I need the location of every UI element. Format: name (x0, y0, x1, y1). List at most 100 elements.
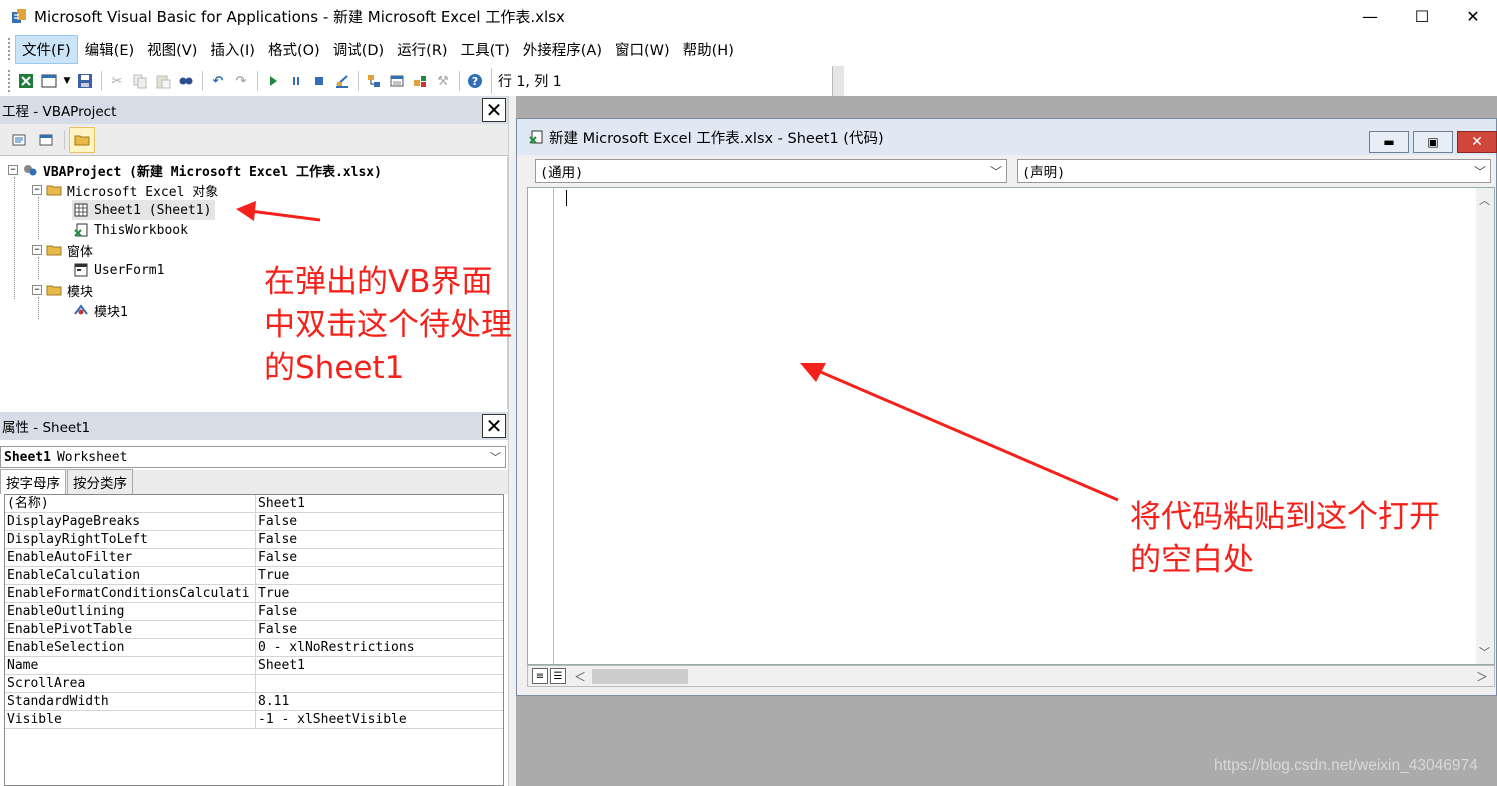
toolbar-options-handle[interactable] (832, 66, 844, 96)
menu-edit[interactable]: 编辑(E) (79, 36, 140, 63)
vertical-scrollbar[interactable]: ︿ ﹀ (1476, 188, 1494, 664)
tree-item-modules[interactable]: − 模块 (32, 280, 93, 300)
reset-icon[interactable] (308, 70, 330, 92)
full-module-view-icon[interactable]: ☰ (550, 668, 566, 684)
maximize-button[interactable]: ☐ (1397, 0, 1447, 32)
copy-icon[interactable] (129, 70, 151, 92)
toolbox-icon[interactable]: ⚒ (432, 70, 454, 92)
redo-icon[interactable]: ↷ (230, 70, 252, 92)
paste-icon[interactable] (152, 70, 174, 92)
collapse-toggle[interactable]: − (32, 185, 42, 195)
property-value[interactable]: -1 - xlSheetVisible (256, 711, 503, 728)
design-mode-icon[interactable] (331, 70, 353, 92)
tab-alphabetic[interactable]: 按字母序 (0, 469, 66, 494)
break-icon[interactable] (285, 70, 307, 92)
toolbar-grip[interactable] (8, 70, 11, 92)
property-row[interactable]: EnablePivotTable False (5, 621, 503, 639)
code-window-close-button[interactable]: ✕ (1457, 131, 1497, 153)
insert-userform-icon[interactable] (38, 70, 60, 92)
property-row[interactable]: DisplayPageBreaks False (5, 513, 503, 531)
property-value[interactable]: False (256, 603, 503, 620)
menu-debug[interactable]: 调试(D) (327, 36, 390, 63)
property-value[interactable]: False (256, 549, 503, 566)
property-row[interactable]: EnableSelection 0 - xlNoRestrictions (5, 639, 503, 657)
horizontal-scrollbar[interactable]: ≡ ☰ ＜ ＞ (527, 665, 1495, 687)
scroll-up-icon[interactable]: ︿ (1479, 192, 1490, 208)
code-editor[interactable]: ︿ ﹀ (527, 187, 1495, 665)
properties-panel-close-button[interactable]: ✕ (482, 414, 506, 438)
menu-tools[interactable]: 工具(T) (455, 36, 516, 63)
toolbar-grip[interactable] (8, 38, 11, 60)
scroll-left-icon[interactable]: ＜ (574, 668, 586, 685)
tab-categorized[interactable]: 按分类序 (67, 469, 133, 494)
panel-splitter[interactable] (508, 96, 516, 786)
view-object-icon[interactable] (33, 127, 59, 153)
project-explorer-icon[interactable] (363, 70, 385, 92)
project-panel-close-button[interactable]: ✕ (482, 98, 506, 122)
view-excel-icon[interactable] (15, 70, 37, 92)
property-value[interactable]: Sheet1 (256, 657, 503, 674)
property-value[interactable] (256, 675, 503, 692)
property-value[interactable]: 8.11 (256, 693, 503, 710)
code-window-minimize-button[interactable]: ▬ (1369, 131, 1409, 153)
object-selector[interactable]: Sheet1 Worksheet ﹀ (0, 446, 506, 468)
menu-help[interactable]: 帮助(H) (677, 36, 740, 63)
property-row[interactable]: Name Sheet1 (5, 657, 503, 675)
cut-icon[interactable]: ✂ (106, 70, 128, 92)
tree-label-root: VBAProject (新建 Microsoft Excel 工作表.xlsx) (43, 164, 382, 180)
find-icon[interactable] (175, 70, 197, 92)
property-value[interactable]: 0 - xlNoRestrictions (256, 639, 503, 656)
menu-file[interactable]: 文件(F) (15, 34, 78, 64)
tree-item-sheet1[interactable]: Sheet1 (Sheet1) (72, 200, 216, 220)
scroll-thumb[interactable] (592, 669, 688, 684)
close-button[interactable]: ✕ (1448, 0, 1497, 32)
undo-icon[interactable]: ↶ (207, 70, 229, 92)
property-row[interactable]: StandardWidth 8.11 (5, 693, 503, 711)
property-value[interactable]: False (256, 513, 503, 530)
property-value[interactable]: Sheet1 (256, 495, 503, 512)
procedure-view-icon[interactable]: ≡ (532, 668, 548, 684)
property-row[interactable]: Visible -1 - xlSheetVisible (5, 711, 503, 729)
collapse-toggle[interactable]: − (32, 285, 42, 295)
properties-icon[interactable] (386, 70, 408, 92)
help-icon[interactable]: ? (464, 70, 486, 92)
menu-insert[interactable]: 插入(I) (204, 36, 261, 63)
menu-window[interactable]: 窗口(W) (609, 36, 676, 63)
tree-item-thisworkbook[interactable]: ThisWorkbook (72, 220, 188, 240)
property-row[interactable]: (名称) Sheet1 (5, 495, 503, 513)
object-combo[interactable]: (通用) ﹀ (535, 159, 1007, 183)
property-row[interactable]: DisplayRightToLeft False (5, 531, 503, 549)
tree-item-excel-objects[interactable]: − Microsoft Excel 对象 (32, 180, 218, 200)
property-row[interactable]: EnableOutlining False (5, 603, 503, 621)
procedure-combo[interactable]: (声明) ﹀ (1017, 159, 1491, 183)
margin-indicator-bar[interactable] (528, 188, 554, 664)
scroll-right-icon[interactable]: ＞ (1476, 668, 1488, 685)
dropdown-icon[interactable]: ▼ (61, 70, 73, 92)
property-value[interactable]: False (256, 621, 503, 638)
property-row[interactable]: ScrollArea (5, 675, 503, 693)
toggle-folders-icon[interactable] (69, 126, 95, 153)
object-browser-icon[interactable] (409, 70, 431, 92)
property-value[interactable]: True (256, 567, 503, 584)
menu-run[interactable]: 运行(R) (391, 36, 453, 63)
tree-item-userform1[interactable]: UserForm1 (72, 260, 164, 280)
property-value[interactable]: False (256, 531, 503, 548)
scroll-down-icon[interactable]: ﹀ (1479, 644, 1490, 660)
menu-format[interactable]: 格式(O) (262, 36, 326, 63)
code-window-maximize-button[interactable]: ▣ (1413, 131, 1453, 153)
tree-item-vbaproject[interactable]: − VBAProject (新建 Microsoft Excel 工作表.xls… (8, 160, 382, 180)
menu-addins[interactable]: 外接程序(A) (517, 36, 608, 63)
save-icon[interactable] (74, 70, 96, 92)
view-code-icon[interactable] (6, 127, 32, 153)
property-row[interactable]: EnableFormatConditionsCalculati True (5, 585, 503, 603)
minimize-button[interactable]: — (1345, 0, 1395, 32)
property-value[interactable]: True (256, 585, 503, 602)
property-row[interactable]: EnableAutoFilter False (5, 549, 503, 567)
run-icon[interactable] (262, 70, 284, 92)
property-row[interactable]: EnableCalculation True (5, 567, 503, 585)
collapse-toggle[interactable]: − (8, 165, 18, 175)
menu-view[interactable]: 视图(V) (141, 36, 203, 63)
tree-item-forms[interactable]: − 窗体 (32, 240, 93, 260)
tree-item-module1[interactable]: 模块1 (72, 300, 128, 320)
collapse-toggle[interactable]: − (32, 245, 42, 255)
